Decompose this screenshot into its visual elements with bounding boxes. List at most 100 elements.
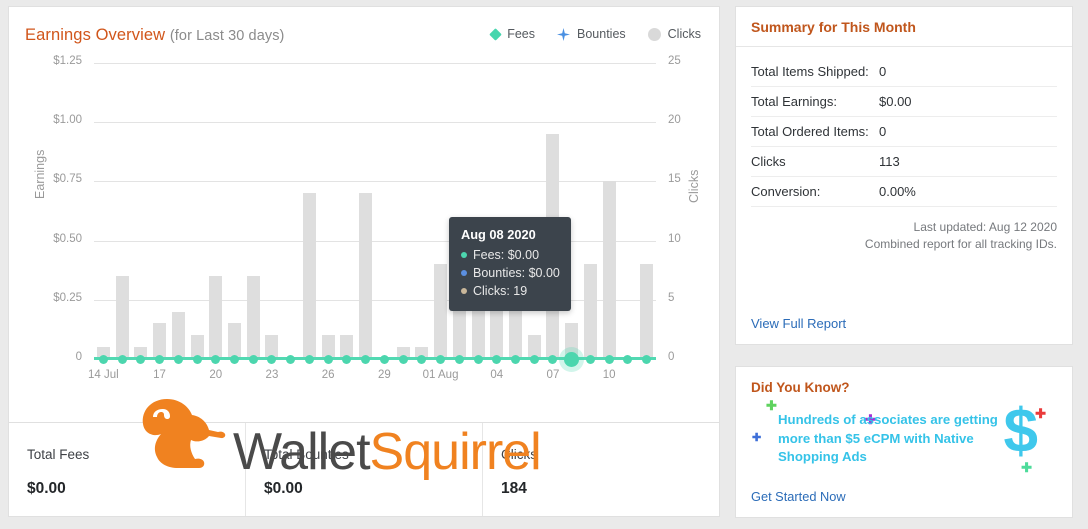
chart-bar[interactable]	[246, 276, 260, 359]
circle-icon	[647, 27, 661, 41]
y-axis-tick-left: 0	[75, 351, 82, 363]
page-title: Earnings Overview (for Last 30 days)	[25, 26, 285, 45]
legend-label-fees: Fees	[507, 27, 535, 41]
data-point[interactable]	[136, 355, 146, 364]
data-point[interactable]	[436, 355, 446, 364]
gridline	[94, 181, 656, 183]
data-point[interactable]	[323, 355, 333, 364]
chart-canvas[interactable]: Earnings Clicks 0 0 $0.25 5 $0.50 10 $0.75 15 $1…	[9, 51, 721, 478]
data-point[interactable]	[173, 355, 183, 364]
data-point[interactable]	[230, 355, 239, 364]
data-point[interactable]	[248, 355, 258, 364]
stat-clicks: Clicks 184	[483, 423, 719, 516]
chart-bar[interactable]	[115, 276, 129, 359]
y-axis-label-earnings: Earnings	[33, 149, 47, 199]
stat-label-total-fees: Total Fees	[27, 447, 90, 462]
data-point[interactable]	[642, 355, 652, 364]
tooltip-row-clicks: Clicks: 19	[461, 282, 559, 300]
data-point[interactable]	[492, 355, 502, 364]
x-axis-tick: 14 Jul	[88, 369, 119, 381]
tooltip-row-bounties: Bounties: $0.00	[461, 264, 560, 282]
stat-label-clicks: Clicks	[501, 447, 537, 462]
data-point[interactable]	[267, 355, 277, 364]
legend-label-bounties: Bounties	[577, 27, 626, 41]
x-axis-tick: 10	[602, 369, 616, 381]
get-started-now-link[interactable]: Get Started Now	[751, 489, 846, 504]
summary-value-items-shipped: 0	[879, 64, 887, 79]
summary-key-clicks: Clicks	[751, 154, 786, 169]
did-you-know-card: Did You Know? ✚ ✚ ✚ ✚ ✚ Hundreds of asso…	[735, 366, 1073, 518]
chart-bar[interactable]	[228, 323, 241, 359]
tooltip-dot-bounties	[461, 270, 467, 276]
data-point[interactable]	[623, 355, 633, 364]
data-point[interactable]	[361, 355, 371, 364]
y-axis-label-clicks: Clicks	[687, 169, 701, 203]
y-axis-tick-right: 10	[668, 232, 681, 245]
y-axis-tick-left: $1.25	[53, 55, 82, 67]
data-point[interactable]	[155, 355, 165, 364]
dashboard-page: Earnings Overview (for Last 30 days) Fee…	[0, 0, 1088, 529]
legend-item-clicks[interactable]: Clicks	[647, 27, 701, 41]
summary-row: Conversion: 0.00%	[751, 177, 1057, 207]
data-point[interactable]	[398, 355, 408, 364]
summary-key-conversion: Conversion:	[751, 184, 821, 199]
summary-row: Total Items Shipped: 0	[751, 57, 1057, 87]
summary-header: Summary for This Month	[736, 7, 1072, 47]
data-point[interactable]	[192, 355, 202, 364]
summary-row: Clicks 113	[751, 147, 1057, 177]
y-axis-tick-left: $0.50	[53, 232, 82, 245]
y-axis-tick-right: 20	[668, 114, 681, 127]
data-point[interactable]	[286, 355, 296, 364]
summary-row: Total Earnings: $0.00	[751, 87, 1057, 117]
data-point[interactable]	[473, 355, 483, 364]
chart-bar[interactable]	[153, 323, 167, 359]
legend-item-bounties[interactable]: Bounties	[557, 27, 626, 41]
stat-value-total-bounties: $0.00	[264, 480, 303, 497]
data-point[interactable]	[117, 355, 127, 364]
data-point[interactable]	[585, 355, 595, 364]
chart-bar[interactable]	[209, 276, 223, 359]
summary-key-items-shipped: Total Items Shipped:	[751, 64, 869, 79]
native-shopping-ads-banner[interactable]: ✚ ✚ ✚ ✚ ✚ Hundreds of associates are get…	[748, 399, 1060, 475]
plot-area: 0 0 $0.25 5 $0.50 10 $0.75 15 $1.00 20 $1.25 25 14 J…	[53, 55, 681, 381]
tooltip-row-fees: Fees: $0.00	[461, 246, 559, 264]
summary-title: Summary for This Month	[751, 18, 916, 35]
chart-bar[interactable]	[602, 181, 616, 359]
summary-key-ordered-items: Total Ordered Items:	[751, 124, 869, 139]
sparkle-green-icon: ✚	[766, 398, 777, 413]
y-axis-tick-left: $0.75	[53, 173, 82, 186]
chart-bar[interactable]	[171, 311, 185, 359]
chart-title-main: Earnings Overview	[25, 26, 170, 44]
chart-bar[interactable]	[583, 264, 597, 359]
data-point[interactable]	[511, 355, 520, 364]
y-axis-tick-left: $1.00	[53, 114, 82, 127]
chart-bar[interactable]	[640, 264, 654, 359]
summary-row: Total Ordered Items: 0	[751, 117, 1057, 147]
chart-bar[interactable]	[359, 193, 373, 359]
data-point[interactable]	[379, 355, 389, 364]
data-point[interactable]	[98, 355, 108, 364]
data-point[interactable]	[548, 355, 558, 364]
data-point[interactable]	[304, 355, 314, 364]
data-point[interactable]	[604, 355, 614, 364]
summary-card: Summary for This Month Total Items Shipp…	[735, 6, 1073, 345]
data-point[interactable]	[529, 355, 539, 364]
data-point[interactable]	[417, 355, 427, 364]
x-axis-tick: 04	[490, 369, 504, 381]
y-axis-tick-right: 15	[668, 173, 681, 186]
data-point[interactable]	[211, 355, 221, 364]
gridline	[94, 240, 656, 242]
summary-value-conversion: 0.00%	[879, 184, 916, 199]
gridline	[94, 63, 656, 64]
tooltip-dot-clicks	[461, 288, 467, 294]
summary-value-clicks: 113	[879, 154, 900, 169]
chart-bar[interactable]	[302, 193, 316, 359]
data-point[interactable]	[342, 355, 352, 364]
legend-item-fees[interactable]: Fees	[489, 27, 535, 41]
y-axis-tick-left: $0.25	[53, 291, 82, 304]
view-full-report-link[interactable]: View Full Report	[751, 316, 846, 331]
ad-headline: Hundreds of associates are getting more …	[778, 412, 998, 464]
chart-bar[interactable]	[434, 264, 448, 359]
data-point-active[interactable]	[564, 352, 580, 367]
data-point[interactable]	[454, 355, 464, 364]
